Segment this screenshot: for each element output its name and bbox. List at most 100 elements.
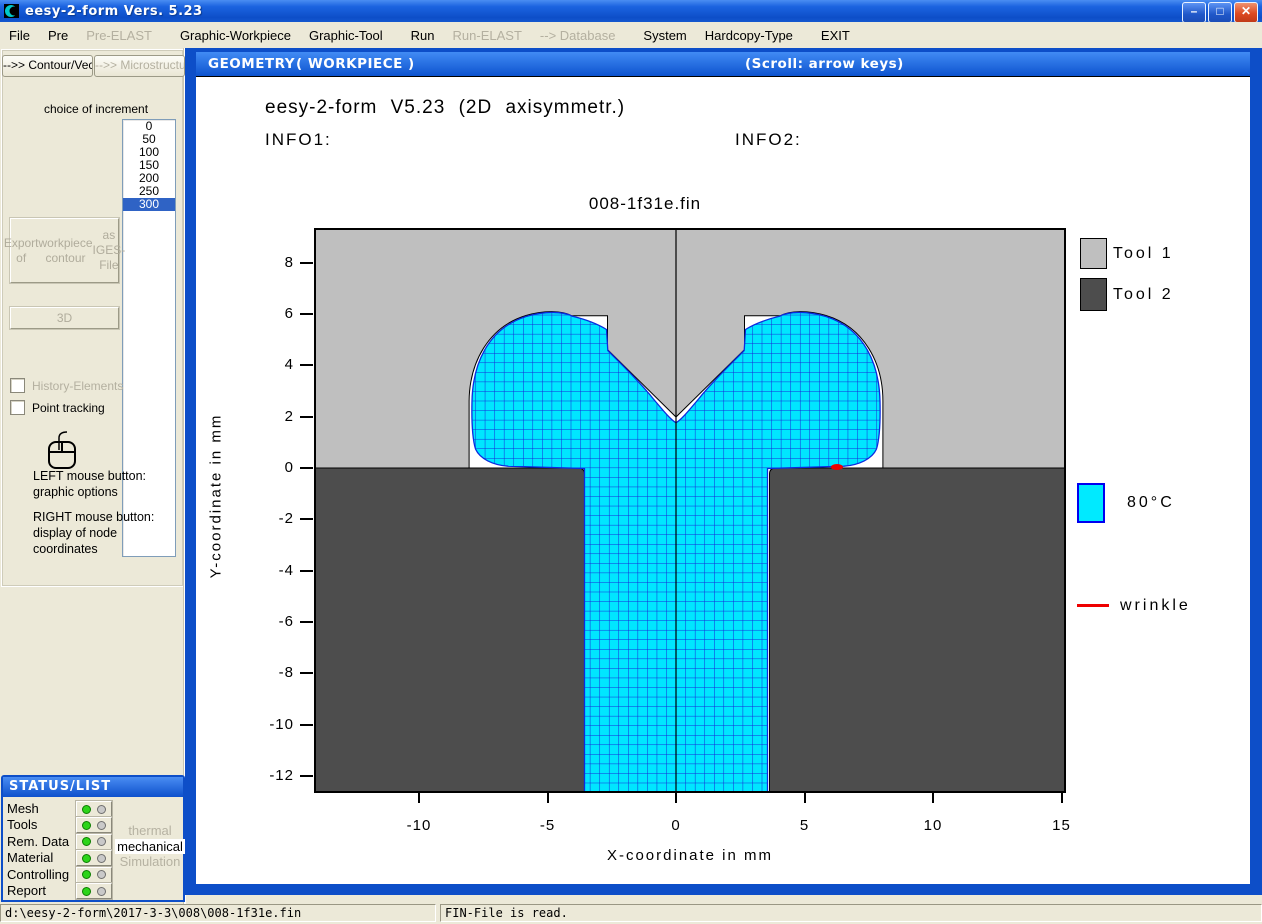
increment-label: choice of increment <box>44 102 148 116</box>
y-tick-label--10: -10 <box>236 716 294 733</box>
y-tick-8 <box>300 262 313 264</box>
menu-system[interactable]: System <box>634 26 695 45</box>
maximize-button[interactable]: □ <box>1208 2 1232 23</box>
checkbox-label: Point tracking <box>32 401 105 415</box>
scroll-hint: (Scroll: arrow keys) <box>745 52 904 76</box>
mode-thermal: thermal <box>115 823 185 838</box>
menu-run-elast[interactable]: Run-ELAST <box>444 26 531 45</box>
y-tick-2 <box>300 416 313 418</box>
x-tick-label--5: -5 <box>540 817 555 834</box>
plot-canvas[interactable]: eesy-2-form V5.23 (2D axisymmetr.) INFO1… <box>196 76 1250 884</box>
menu-pre[interactable]: Pre <box>39 26 77 45</box>
checkbox-point-tracking[interactable]: Point tracking <box>10 400 105 415</box>
tab-microstructure[interactable]: -->> Microstructure <box>94 55 185 77</box>
legend-swatch-temperature <box>1077 483 1105 523</box>
mouse-help-right: RIGHT mouse button:display of nodecoordi… <box>33 509 154 557</box>
status-rows: MeshToolsRem. DataMaterialControllingRep… <box>3 797 183 900</box>
status-led-report[interactable] <box>76 883 112 899</box>
status-list-panel: STATUS/LIST MeshToolsRem. DataMaterialCo… <box>1 775 185 902</box>
menu-file[interactable]: File <box>0 26 39 45</box>
app-icon <box>4 3 20 19</box>
button-3d[interactable]: 3D <box>10 307 119 329</box>
graphics-window: GEOMETRY ( WORKPIECE ) (Scroll: arrow ke… <box>185 48 1262 895</box>
menu-hardcopy-type[interactable]: Hardcopy-Type <box>696 26 802 45</box>
tab-contour-vec[interactable]: -->> Contour/Vec. <box>2 55 93 77</box>
legend-swatch-tool1 <box>1080 238 1107 269</box>
menu-bar: FilePrePre-ELAST Graphic-WorkpieceGraphic… <box>0 22 1262 49</box>
x-tick-10 <box>932 792 934 803</box>
y-tick-label--6: -6 <box>236 613 294 630</box>
mode-simulation: Simulation <box>115 854 185 869</box>
y-tick-label-4: 4 <box>236 356 294 373</box>
menu-pre-elast[interactable]: Pre-ELAST <box>77 26 161 45</box>
led-green <box>82 870 91 879</box>
x-tick-label-5: 5 <box>800 817 809 834</box>
window-title: eesy-2-form Vers. 5.23 <box>25 4 203 19</box>
y-tick--10 <box>300 724 313 726</box>
legend-label-tool1: Tool 1 <box>1113 245 1174 263</box>
y-tick--2 <box>300 518 313 520</box>
x-tick-label--10: -10 <box>407 817 432 834</box>
menu-database[interactable]: --> Database <box>531 26 625 45</box>
led-green <box>82 837 91 846</box>
status-led-rem-data[interactable] <box>76 834 112 850</box>
y-tick-0 <box>300 467 313 469</box>
checkbox-history-elements[interactable]: History-Elements <box>10 378 123 393</box>
x-tick--5 <box>547 792 549 803</box>
checkbox-label: History-Elements <box>32 379 123 393</box>
y-tick-label-8: 8 <box>236 254 294 271</box>
led-green <box>82 805 91 814</box>
status-led-tools[interactable] <box>76 817 112 833</box>
legend-swatch-tool2 <box>1080 278 1107 311</box>
graphics-window-titlebar: GEOMETRY ( WORKPIECE ) (Scroll: arrow ke… <box>196 52 1250 76</box>
menu-graphic-workpiece[interactable]: Graphic-Workpiece <box>171 26 300 45</box>
led-gray <box>97 821 106 830</box>
y-tick--4 <box>300 570 313 572</box>
led-green <box>82 887 91 896</box>
title-bar: eesy-2-form Vers. 5.23 – □ ✕ <box>0 0 1262 22</box>
y-tick-label--8: -8 <box>236 664 294 681</box>
status-list-title: STATUS/LIST <box>3 777 183 797</box>
legend-label-wrinkle: wrinkle <box>1120 597 1191 615</box>
x-tick--10 <box>418 792 420 803</box>
y-tick-6 <box>300 313 313 315</box>
menu-exit[interactable]: EXIT <box>812 26 859 45</box>
export-button-line: Export of <box>4 236 39 266</box>
checkbox-box[interactable] <box>10 400 25 415</box>
x-tick-5 <box>804 792 806 803</box>
y-axis-title: Y-coordinate in mm <box>208 414 225 579</box>
status-led-material[interactable] <box>76 850 112 866</box>
x-tick-15 <box>1061 792 1063 803</box>
sidebar: -->> Contour/Vec. -->> Microstructure ch… <box>0 48 185 904</box>
fem-plot[interactable] <box>196 77 1250 885</box>
minimize-button[interactable]: – <box>1182 2 1206 23</box>
export-iges-button[interactable]: Export ofworkpiece contouras IGES-File <box>10 218 119 283</box>
application-window: eesy-2-form Vers. 5.23 – □ ✕ FilePrePre-… <box>0 0 1262 924</box>
led-gray <box>97 854 106 863</box>
status-led-mesh[interactable] <box>76 801 112 817</box>
y-tick-label-2: 2 <box>236 408 294 425</box>
x-tick-label-15: 15 <box>1052 817 1071 834</box>
led-green <box>82 821 91 830</box>
workpiece-mode-label: ( WORKPIECE ) <box>296 52 415 76</box>
close-button[interactable]: ✕ <box>1234 2 1258 23</box>
tool2-shape-left <box>315 468 585 792</box>
legend-label-tool2: Tool 2 <box>1113 286 1174 304</box>
geometry-label: GEOMETRY <box>208 52 295 76</box>
export-button-line: as IGES-File <box>93 228 126 273</box>
y-tick--12 <box>300 775 313 777</box>
y-tick-4 <box>300 364 313 366</box>
status-led-controlling[interactable] <box>76 867 112 883</box>
mouse-icon <box>45 430 95 472</box>
x-tick-0 <box>675 792 677 803</box>
y-tick-label-0: 0 <box>236 459 294 476</box>
mode-mechanical: mechanical <box>115 839 185 854</box>
y-tick--6 <box>300 621 313 623</box>
status-bar: d:\eesy-2-form\2017-3-3\008\008-1f31e.fi… <box>0 904 1262 924</box>
menu-graphic-tool[interactable]: Graphic-Tool <box>300 26 392 45</box>
legend-label-temperature: 80°C <box>1127 494 1175 512</box>
y-tick-label-6: 6 <box>236 305 294 322</box>
increment-option-300[interactable]: 300 <box>123 198 175 211</box>
checkbox-box[interactable] <box>10 378 25 393</box>
menu-run[interactable]: Run <box>402 26 444 45</box>
